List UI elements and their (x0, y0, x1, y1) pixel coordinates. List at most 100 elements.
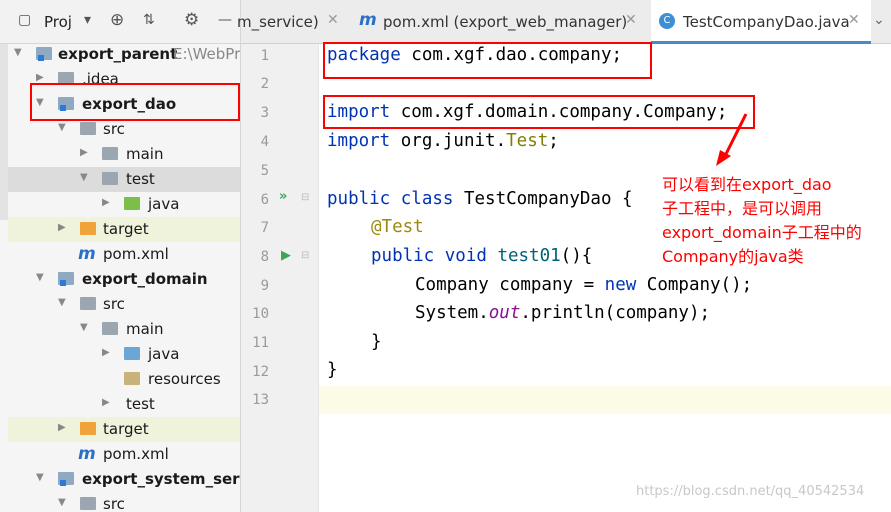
folder-icon (80, 297, 96, 310)
code-text: .println(company); (520, 303, 711, 323)
source-folder-icon (124, 347, 140, 360)
code-line-6: public class TestCompanyDao { (327, 189, 633, 209)
tree-item-label: src (103, 495, 125, 512)
tree-item-main[interactable]: ▶ main (8, 142, 240, 167)
run-test-icon[interactable]: ▶ (281, 248, 291, 263)
code-line-12: } (327, 360, 338, 380)
folder-icon (102, 322, 118, 335)
tree-item-label: java (148, 195, 180, 213)
tab-overflow-chevron-icon[interactable]: ⌄ (873, 12, 885, 28)
module-icon (36, 47, 52, 61)
line-number: 2 (260, 76, 269, 92)
close-icon[interactable]: ✕ (327, 12, 339, 28)
keyword: import (327, 131, 391, 151)
maven-icon: m (78, 244, 96, 264)
tab-service[interactable]: m_service) ✕ (237, 0, 351, 44)
tree-item-pom[interactable]: m pom.xml (8, 242, 240, 267)
fold-icon[interactable]: ⊟ (301, 192, 309, 203)
tab-label: pom.xml (export_web_manager) (383, 13, 628, 31)
line-number: 13 (252, 392, 269, 408)
test-source-folder-icon (124, 197, 140, 210)
code-text: org.junit. (390, 131, 507, 151)
tree-item-test[interactable]: ▶ test (8, 392, 240, 417)
code-line-4: import org.junit.Test; (327, 131, 559, 151)
folder-icon (80, 122, 96, 135)
method-name: test01 (486, 246, 561, 266)
tree-item-label: target (103, 220, 149, 238)
tree-item-target[interactable]: ▶ target (8, 217, 240, 242)
tree-item-export-domain[interactable]: ▼ export_domain (8, 267, 240, 292)
chevron-right-icon[interactable]: ▶ (80, 147, 88, 158)
line-number: 9 (260, 278, 269, 294)
tree-item-src[interactable]: ▼ src (8, 292, 240, 317)
chevron-right-icon[interactable]: ▶ (36, 72, 44, 83)
tree-item-label: pom.xml (103, 245, 169, 263)
tree-item-export-parent[interactable]: ▼ export_parent E:\WebPro (8, 42, 240, 67)
chevron-down-icon[interactable]: ▼ (80, 322, 88, 333)
project-panel-header: ▢ Proj ▾ ⊕ ⇅ ⚙ — (0, 0, 240, 44)
chevron-right-icon[interactable]: ▶ (102, 347, 110, 358)
tab-label: TestCompanyDao.java (683, 13, 850, 31)
chevron-right-icon[interactable]: ▶ (102, 397, 110, 408)
tree-item-label: export_domain (82, 270, 208, 288)
chevron-right-icon[interactable]: ▶ (58, 422, 66, 433)
line-number: 3 (260, 105, 269, 121)
tree-item-test[interactable]: ▼ test (8, 167, 240, 192)
tree-item-label: export_system_servic (82, 470, 240, 488)
tree-item-pom[interactable]: m pom.xml (8, 442, 240, 467)
code-text: ; (548, 131, 559, 151)
tree-item-target[interactable]: ▶ target (8, 417, 240, 442)
tree-item-resources[interactable]: resources (8, 367, 240, 392)
line-number: 7 (260, 220, 269, 236)
tab-test-company-dao[interactable]: C TestCompanyDao.java ✕ (651, 0, 871, 44)
hide-panel-icon[interactable]: — (218, 12, 232, 28)
chevron-down-icon[interactable]: ▼ (36, 472, 44, 483)
highlight-box-package (323, 42, 652, 79)
chevron-down-icon[interactable]: ▼ (58, 297, 66, 308)
tree-item-main[interactable]: ▼ main (8, 317, 240, 342)
fold-icon[interactable]: ⊟ (301, 250, 309, 261)
line-number: 10 (252, 306, 269, 322)
line-number: 12 (252, 364, 269, 380)
run-class-icon[interactable]: » (279, 189, 287, 204)
close-icon[interactable]: ✕ (625, 12, 637, 28)
project-tool-window: ▢ Proj ▾ ⊕ ⇅ ⚙ — ▼ export_parent E:\WebP… (0, 0, 241, 512)
tree-item-label: main (126, 145, 164, 163)
dropdown-icon[interactable]: ▾ (84, 12, 91, 28)
chevron-right-icon[interactable]: ▶ (102, 197, 110, 208)
tree-item-test-java[interactable]: ▶ java (8, 192, 240, 217)
code-text: (){ (560, 246, 593, 266)
annotation-note: 可以看到在export_dao 子工程中，是可以调用 export_domain… (662, 173, 891, 269)
gear-icon[interactable]: ⚙ (184, 10, 199, 30)
chevron-down-icon[interactable]: ▼ (58, 497, 66, 508)
line-number: 5 (260, 163, 269, 179)
annotation-line: 子工程中，是可以调用 (662, 199, 823, 218)
tree-item-main-java[interactable]: ▶ java (8, 342, 240, 367)
locate-target-icon[interactable]: ⊕ (110, 10, 124, 30)
line-number: 11 (252, 335, 269, 351)
project-view-icon: ▢ (18, 12, 32, 28)
annotation-line: 可以看到在export_dao (662, 175, 832, 194)
java-class-icon: C (659, 13, 675, 29)
chevron-down-icon[interactable]: ▼ (80, 172, 88, 183)
close-icon[interactable]: ✕ (848, 12, 860, 28)
keyword: new (604, 275, 637, 295)
chevron-down-icon[interactable]: ▼ (14, 47, 22, 58)
line-number: 1 (260, 48, 269, 64)
tree-item-label: test (126, 395, 155, 413)
keyword: public class (327, 189, 454, 209)
tab-label: m_service) (237, 13, 319, 31)
tree-item-export-system-service[interactable]: ▼ export_system_servic (8, 467, 240, 492)
tree-item-src[interactable]: ▼ src (8, 492, 240, 512)
chevron-right-icon[interactable]: ▶ (58, 222, 66, 233)
tab-pom-xml[interactable]: m pom.xml (export_web_manager) ✕ (351, 0, 651, 44)
folder-icon (102, 147, 118, 160)
code-line-11: } (371, 332, 382, 352)
folder-icon (102, 172, 118, 185)
tree-item-label: java (148, 345, 180, 363)
editor-tab-bar: m_service) ✕ m pom.xml (export_web_manag… (237, 0, 891, 44)
chevron-down-icon[interactable]: ▼ (36, 272, 44, 283)
collapse-all-icon[interactable]: ⇅ (143, 12, 155, 28)
chevron-down-icon[interactable]: ▼ (58, 122, 66, 133)
project-panel-title[interactable]: Proj (44, 13, 72, 31)
